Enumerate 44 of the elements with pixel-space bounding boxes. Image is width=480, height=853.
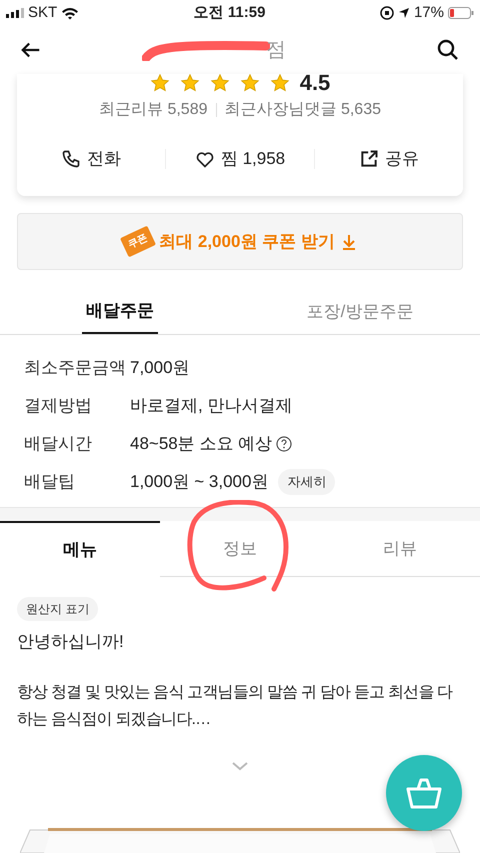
coupon-ticket-icon: 쿠폰 — [120, 226, 156, 258]
content-tab[interactable]: 메뉴 — [0, 521, 160, 577]
info-value: 48~58분 소요 예상 — [130, 433, 272, 456]
review-count: 최근리뷰 5,589 — [99, 100, 208, 120]
heart-button[interactable]: 찜 1,958 — [166, 146, 314, 172]
order-tab[interactable]: 배달주문 — [0, 290, 240, 334]
help-icon[interactable] — [276, 436, 292, 452]
rating-value: 4.5 — [300, 74, 330, 93]
basket-icon — [406, 777, 442, 809]
clock-time: 오전 11:59 — [194, 2, 266, 23]
signal-icon — [6, 8, 24, 18]
battery-icon — [448, 7, 474, 19]
search-icon[interactable] — [436, 38, 460, 62]
star-icon — [180, 74, 200, 93]
greeting-text: 안녕하십니까! — [17, 631, 125, 653]
info-label: 최소주문금액 — [24, 357, 127, 380]
phone-icon — [61, 148, 81, 169]
star-icon — [210, 74, 230, 93]
download-icon — [340, 234, 357, 250]
share-button[interactable]: 공유 — [315, 146, 463, 172]
share-icon — [359, 148, 379, 169]
store-description: 항상 청결 및 맛있는 음식 고객님들의 말씀 귀 담아 듣고 최선을 다하는 음식점이 되겠습니다.… — [17, 682, 454, 730]
info-value: 바로결제, 만나서결제 — [130, 395, 292, 418]
star-icon — [150, 74, 170, 93]
battery-percent: 17% — [414, 2, 444, 23]
wifi-icon — [61, 6, 80, 20]
info-label: 결제방법 — [24, 395, 93, 418]
location-icon — [398, 7, 410, 19]
carrier-label: SKT — [28, 2, 58, 23]
details-button[interactable]: 자세히 — [278, 469, 336, 495]
content-tab[interactable]: 정보 — [160, 521, 320, 577]
content-tab[interactable]: 리뷰 — [320, 521, 480, 577]
info-label: 배달시간 — [24, 433, 93, 456]
phone-button[interactable]: 전화 — [17, 146, 165, 172]
info-label: 배달팁 — [24, 471, 76, 494]
store-title: 점 — [266, 38, 286, 63]
info-value: 1,000원 ~ 3,000원 — [130, 471, 268, 494]
star-icon — [270, 74, 290, 93]
owner-reply-count: 최근사장님댓글 5,635 — [224, 100, 381, 120]
origin-tag: 원산지 표기 — [17, 597, 98, 621]
star-icon — [240, 74, 260, 93]
info-value: 7,000원 — [130, 357, 190, 380]
order-tab[interactable]: 포장/방문주문 — [240, 290, 480, 334]
orientation-lock-icon — [380, 6, 394, 20]
